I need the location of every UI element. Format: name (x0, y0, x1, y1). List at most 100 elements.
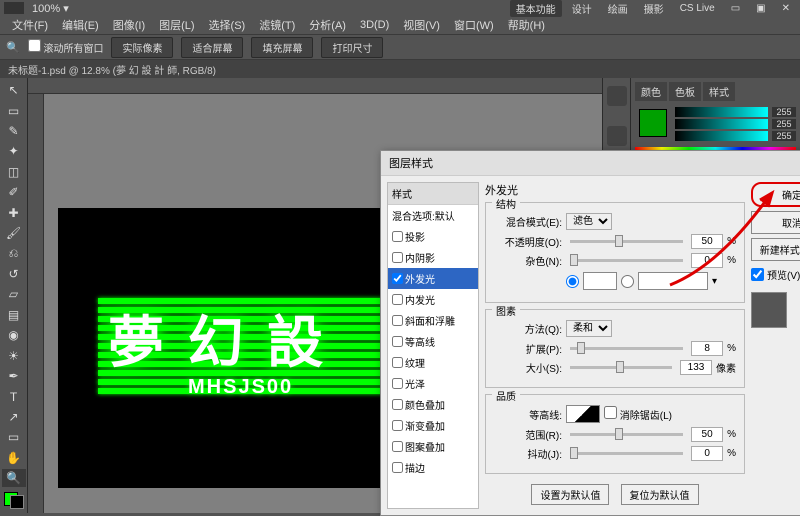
path-tool-icon[interactable]: ↗ (2, 408, 26, 426)
background-color-icon[interactable] (10, 495, 24, 509)
size-slider[interactable] (570, 366, 672, 369)
wand-tool-icon[interactable]: ✦ (2, 142, 26, 160)
shape-tool-icon[interactable]: ▭ (2, 428, 26, 446)
workspace-tab-painting[interactable]: 绘画 (602, 0, 634, 17)
tab-color[interactable]: 颜色 (635, 82, 667, 101)
fill-screen-button[interactable]: 填充屏幕 (251, 37, 313, 58)
reset-default-button[interactable]: 复位为默认值 (621, 484, 699, 505)
history-brush-tool-icon[interactable]: ↺ (2, 265, 26, 283)
menu-window[interactable]: 窗口(W) (448, 15, 500, 35)
zoom-tool-icon[interactable]: 🔍 (2, 469, 26, 487)
style-stroke[interactable]: 描边 (388, 457, 478, 478)
window-close-icon[interactable]: ✕ (776, 2, 796, 15)
style-satin[interactable]: 光泽 (388, 373, 478, 394)
lasso-tool-icon[interactable]: ✎ (2, 122, 26, 140)
actual-pixels-button[interactable]: 实际像素 (111, 37, 173, 58)
spread-input[interactable] (691, 341, 723, 356)
spread-slider[interactable] (570, 347, 683, 350)
g-value[interactable]: 255 (772, 119, 796, 129)
gradient-tool-icon[interactable]: ▤ (2, 306, 26, 324)
preview-checkbox[interactable] (751, 268, 764, 281)
print-size-button[interactable]: 打印尺寸 (321, 37, 383, 58)
menu-analysis[interactable]: 分析(A) (303, 15, 352, 35)
pen-tool-icon[interactable]: ✒ (2, 367, 26, 385)
opacity-input[interactable] (691, 234, 723, 249)
scroll-all-checkbox[interactable]: 滚动所有窗口 (28, 39, 104, 55)
tab-styles[interactable]: 样式 (703, 82, 735, 101)
heal-tool-icon[interactable]: ✚ (2, 204, 26, 222)
marquee-tool-icon[interactable]: ▭ (2, 101, 26, 119)
color-radio[interactable] (566, 275, 579, 288)
menu-edit[interactable]: 编辑(E) (56, 15, 105, 35)
r-slider[interactable] (675, 107, 768, 117)
style-contour[interactable]: 等高线 (388, 331, 478, 352)
range-input[interactable] (691, 427, 723, 442)
type-tool-icon[interactable]: T (2, 387, 26, 405)
gradient-radio[interactable] (621, 275, 634, 288)
menu-help[interactable]: 帮助(H) (502, 15, 551, 35)
opacity-slider[interactable] (570, 240, 683, 243)
technique-select[interactable]: 柔和 (566, 320, 612, 337)
document-canvas[interactable]: 夢 幻 設 MHSJS00 (58, 208, 428, 488)
history-panel-icon[interactable] (607, 86, 627, 106)
style-blending[interactable]: 混合选项:默认 (388, 205, 478, 226)
range-slider[interactable] (570, 433, 683, 436)
blur-tool-icon[interactable]: ◉ (2, 326, 26, 344)
menu-image[interactable]: 图像(I) (107, 15, 151, 35)
make-default-button[interactable]: 设置为默认值 (531, 484, 609, 505)
brush-panel-icon[interactable] (607, 126, 627, 146)
b-value[interactable]: 255 (772, 131, 796, 141)
style-innershadow[interactable]: 内阴影 (388, 247, 478, 268)
color-preview[interactable] (639, 109, 667, 137)
workspace-tab-design[interactable]: 设计 (566, 0, 598, 17)
contour-picker[interactable] (566, 405, 600, 423)
noise-slider[interactable] (570, 259, 683, 262)
menu-filter[interactable]: 滤镜(T) (253, 15, 301, 35)
menu-select[interactable]: 选择(S) (203, 15, 252, 35)
stamp-tool-icon[interactable]: ⎌ (2, 244, 26, 262)
menu-layer[interactable]: 图层(L) (153, 15, 200, 35)
size-input[interactable] (680, 360, 712, 375)
style-bevel[interactable]: 斜面和浮雕 (388, 310, 478, 331)
ok-button[interactable]: 确定 (751, 182, 800, 207)
menu-view[interactable]: 视图(V) (397, 15, 446, 35)
style-dropshadow[interactable]: 投影 (388, 226, 478, 247)
crop-tool-icon[interactable]: ◫ (2, 163, 26, 181)
app-titlebar: 100% ▾ 基本功能 设计 绘画 摄影 CS Live ▭ ▣ ✕ (0, 0, 800, 16)
g-slider[interactable] (675, 119, 768, 129)
antialias-checkbox[interactable]: 消除锯齿(L) (604, 406, 672, 422)
tab-swatches[interactable]: 色板 (669, 82, 701, 101)
noise-input[interactable] (691, 253, 723, 268)
new-style-button[interactable]: 新建样式(W)... (751, 238, 800, 261)
b-slider[interactable] (675, 131, 768, 141)
eyedropper-tool-icon[interactable]: ✐ (2, 183, 26, 201)
window-min-icon[interactable]: ▭ (725, 2, 746, 15)
jitter-input[interactable] (691, 446, 723, 461)
r-value[interactable]: 255 (772, 107, 796, 117)
style-patoverlay[interactable]: 图案叠加 (388, 436, 478, 457)
brush-tool-icon[interactable]: 🖌 (2, 224, 26, 242)
document-tab[interactable]: 未标题-1.psd @ 12.8% (夢 幻 設 計 師, RGB/8) (0, 60, 800, 78)
cancel-button[interactable]: 取消 (751, 211, 800, 234)
hand-tool-icon[interactable]: ✋ (2, 449, 26, 467)
color-swatch[interactable] (4, 492, 24, 509)
window-max-icon[interactable]: ▣ (750, 2, 771, 15)
style-coloroverlay[interactable]: 颜色叠加 (388, 394, 478, 415)
menu-3d[interactable]: 3D(D) (354, 17, 395, 33)
color-well[interactable] (583, 272, 617, 290)
jitter-slider[interactable] (570, 452, 683, 455)
cslive-button[interactable]: CS Live (674, 2, 721, 15)
dodge-tool-icon[interactable]: ☀ (2, 346, 26, 364)
gradient-well[interactable] (638, 272, 708, 290)
dialog-titlebar[interactable]: 图层样式 ✕ (381, 151, 800, 176)
menu-file[interactable]: 文件(F) (6, 15, 54, 35)
blend-select[interactable]: 滤色 (566, 213, 612, 230)
fit-screen-button[interactable]: 适合屏幕 (181, 37, 243, 58)
style-gradoverlay[interactable]: 渐变叠加 (388, 415, 478, 436)
workspace-tab-photography[interactable]: 摄影 (638, 0, 670, 17)
move-tool-icon[interactable]: ↖ (2, 81, 26, 99)
style-outerglow[interactable]: 外发光 (388, 268, 478, 289)
eraser-tool-icon[interactable]: ▱ (2, 285, 26, 303)
style-innerglow[interactable]: 内发光 (388, 289, 478, 310)
style-texture[interactable]: 纹理 (388, 352, 478, 373)
